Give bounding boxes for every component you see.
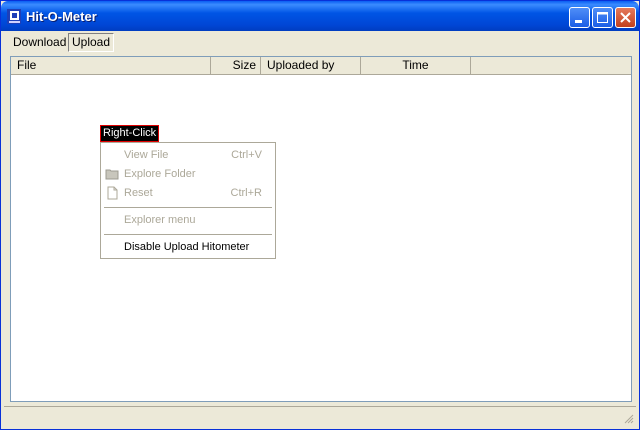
column-label-uploaded-by: Uploaded by xyxy=(267,58,335,72)
menu-item-reset[interactable]: Reset Ctrl+R xyxy=(101,184,275,203)
right-click-hint: Right-Click xyxy=(100,125,160,142)
maximize-button[interactable] xyxy=(592,7,613,28)
menu-item-label: View File xyxy=(124,149,169,161)
column-label-size: Size xyxy=(232,58,256,72)
menu-item-shortcut: Ctrl+R xyxy=(230,187,262,199)
menu-item-explore-folder[interactable]: Explore Folder xyxy=(101,165,275,184)
document-icon xyxy=(105,186,119,200)
menu-separator xyxy=(104,234,272,235)
minimize-icon xyxy=(575,20,582,23)
size-grip-icon[interactable] xyxy=(622,412,634,424)
folder-icon xyxy=(105,167,119,181)
window-title: Hit-O-Meter xyxy=(26,9,97,24)
column-label-file: File xyxy=(17,58,37,72)
column-header-size[interactable]: Size xyxy=(211,57,261,74)
menu-item-label: Reset xyxy=(124,187,153,199)
menu-item-label: Disable Upload Hitometer xyxy=(124,241,250,253)
minimize-button[interactable] xyxy=(569,7,590,28)
menu-item-view-file[interactable]: View File Ctrl+V xyxy=(101,146,275,165)
column-header-file[interactable]: File xyxy=(11,57,211,74)
close-icon xyxy=(620,12,631,23)
menu-item-disable-upload-hitometer[interactable]: Disable Upload Hitometer xyxy=(101,238,275,257)
menu-item-explorer-menu[interactable]: Explorer menu xyxy=(101,211,275,230)
column-header-uploaded-by[interactable]: Uploaded by xyxy=(261,57,361,74)
title-bar[interactable]: Hit-O-Meter xyxy=(1,1,639,31)
status-bar xyxy=(4,406,636,426)
column-label-time: Time xyxy=(402,58,429,72)
column-header-time[interactable]: Time xyxy=(361,57,471,74)
menu-item-shortcut: Ctrl+V xyxy=(231,149,262,161)
list-header: File Size Uploaded by Time xyxy=(11,57,631,75)
tab-upload[interactable]: Upload xyxy=(68,33,115,52)
app-window: Hit-O-Meter Download Upload File Size Up… xyxy=(0,0,640,430)
context-menu: View File Ctrl+V Explore Folder Reset Ct… xyxy=(100,142,276,259)
tab-download[interactable]: Download xyxy=(9,33,70,52)
menu-separator xyxy=(104,207,272,208)
menu-item-label: Explore Folder xyxy=(124,168,196,180)
close-button[interactable] xyxy=(615,7,636,28)
menu-item-label: Explorer menu xyxy=(124,214,196,226)
app-icon[interactable] xyxy=(7,9,21,24)
maximize-icon xyxy=(597,12,608,23)
